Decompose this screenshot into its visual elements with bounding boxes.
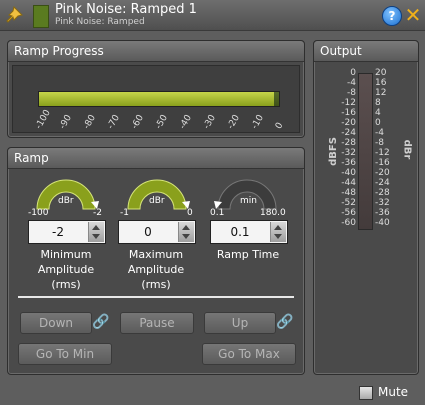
dbfs-axis-label: dBFS xyxy=(327,137,339,166)
mute-checkbox[interactable] xyxy=(359,386,373,400)
dbfs-tick: -56 xyxy=(341,208,356,218)
max-amplitude-label: Maximum Amplitude (rms) xyxy=(127,248,185,291)
dbr-tick: 8 xyxy=(375,98,381,108)
ramp-time-input[interactable]: 0.1 xyxy=(210,220,288,244)
link-down-icon[interactable]: 🔗 xyxy=(92,312,110,332)
max-amplitude-max: 0 xyxy=(187,208,193,218)
ramp-time-max: 180.0 xyxy=(260,208,286,218)
color-swatch xyxy=(33,5,49,28)
ramp-progress-bar xyxy=(38,91,280,107)
max-amplitude-min: -1 xyxy=(120,208,129,218)
dbr-tick: -8 xyxy=(375,138,384,148)
dbr-tick: -24 xyxy=(375,178,390,188)
output-title: Output xyxy=(314,41,418,62)
dbfs-tick: -24 xyxy=(341,128,356,138)
dbfs-tick: -20 xyxy=(341,118,356,128)
dbr-tick: -20 xyxy=(375,168,390,178)
max-amplitude-knob-unit: dBr xyxy=(149,196,165,206)
ramp-divider xyxy=(18,296,294,298)
window-subtitle: Pink Noise: Ramped xyxy=(55,17,145,27)
close-icon[interactable]: ✕ xyxy=(404,5,422,25)
down-button[interactable]: Down xyxy=(20,312,92,334)
dbfs-tick: -32 xyxy=(341,148,356,158)
min-amplitude-knob-unit: dBr xyxy=(58,196,74,206)
dbfs-tick: -16 xyxy=(341,108,356,118)
ramp-time-label: Ramp Time xyxy=(216,248,280,261)
min-amplitude-stepper[interactable] xyxy=(88,222,104,242)
go-to-min-button[interactable]: Go To Min xyxy=(18,343,112,365)
min-amplitude-max: -2 xyxy=(93,208,102,218)
pin-icon[interactable] xyxy=(4,4,26,26)
dbr-tick: -12 xyxy=(375,148,390,158)
max-amplitude-stepper[interactable] xyxy=(178,222,194,242)
dbfs-tick: -44 xyxy=(341,178,356,188)
help-icon[interactable]: ? xyxy=(382,6,402,26)
ramp-time-stepper[interactable] xyxy=(270,222,286,242)
ramp-progress-fill xyxy=(39,92,275,106)
ramp-progress-title: Ramp Progress xyxy=(8,41,304,62)
dbr-axis-label: dBr xyxy=(401,139,413,160)
dbfs-tick: -60 xyxy=(341,218,356,228)
link-up-icon[interactable]: 🔗 xyxy=(276,312,294,332)
go-to-max-button[interactable]: Go To Max xyxy=(202,343,296,365)
dbr-tick: 0 xyxy=(375,118,381,128)
dbr-tick: 16 xyxy=(375,78,387,88)
mute-label: Mute xyxy=(378,385,409,399)
up-button[interactable]: Up xyxy=(204,312,276,334)
title-bar: Pink Noise: Ramped 1 Pink Noise: Ramped … xyxy=(0,0,425,31)
ramp-time-min: 0.1 xyxy=(210,208,225,218)
dbfs-tick: -8 xyxy=(347,88,356,98)
dbfs-tick: -4 xyxy=(347,78,356,88)
dbr-tick: -28 xyxy=(375,188,390,198)
window-title: Pink Noise: Ramped 1 xyxy=(55,2,197,17)
dbfs-tick: -48 xyxy=(341,188,356,198)
dbr-tick: 20 xyxy=(375,68,387,78)
dbfs-tick: -28 xyxy=(341,138,356,148)
pause-button[interactable]: Pause xyxy=(120,312,194,334)
min-amplitude-min: -100 xyxy=(28,208,49,218)
dbr-tick: -36 xyxy=(375,208,390,218)
dbr-tick: 4 xyxy=(375,108,381,118)
min-amplitude-label: Minimum Amplitude (rms) xyxy=(37,248,95,291)
max-amplitude-input[interactable]: 0 xyxy=(118,220,196,244)
dbfs-tick: -12 xyxy=(341,98,356,108)
dbr-tick: -32 xyxy=(375,198,390,208)
dbfs-tick: -36 xyxy=(341,158,356,168)
dbr-tick: -16 xyxy=(375,158,390,168)
dbr-tick: -4 xyxy=(375,128,384,138)
min-amplitude-input[interactable]: -2 xyxy=(28,220,106,244)
ramp-title: Ramp xyxy=(8,148,304,169)
dbr-tick: 12 xyxy=(375,88,387,98)
dbfs-tick: -40 xyxy=(341,168,356,178)
dbfs-tick: 0 xyxy=(350,68,356,78)
dbr-tick: -40 xyxy=(375,218,390,228)
dbfs-tick: -52 xyxy=(341,198,356,208)
output-meter xyxy=(358,73,373,230)
ramp-time-knob-unit: min xyxy=(240,196,257,206)
